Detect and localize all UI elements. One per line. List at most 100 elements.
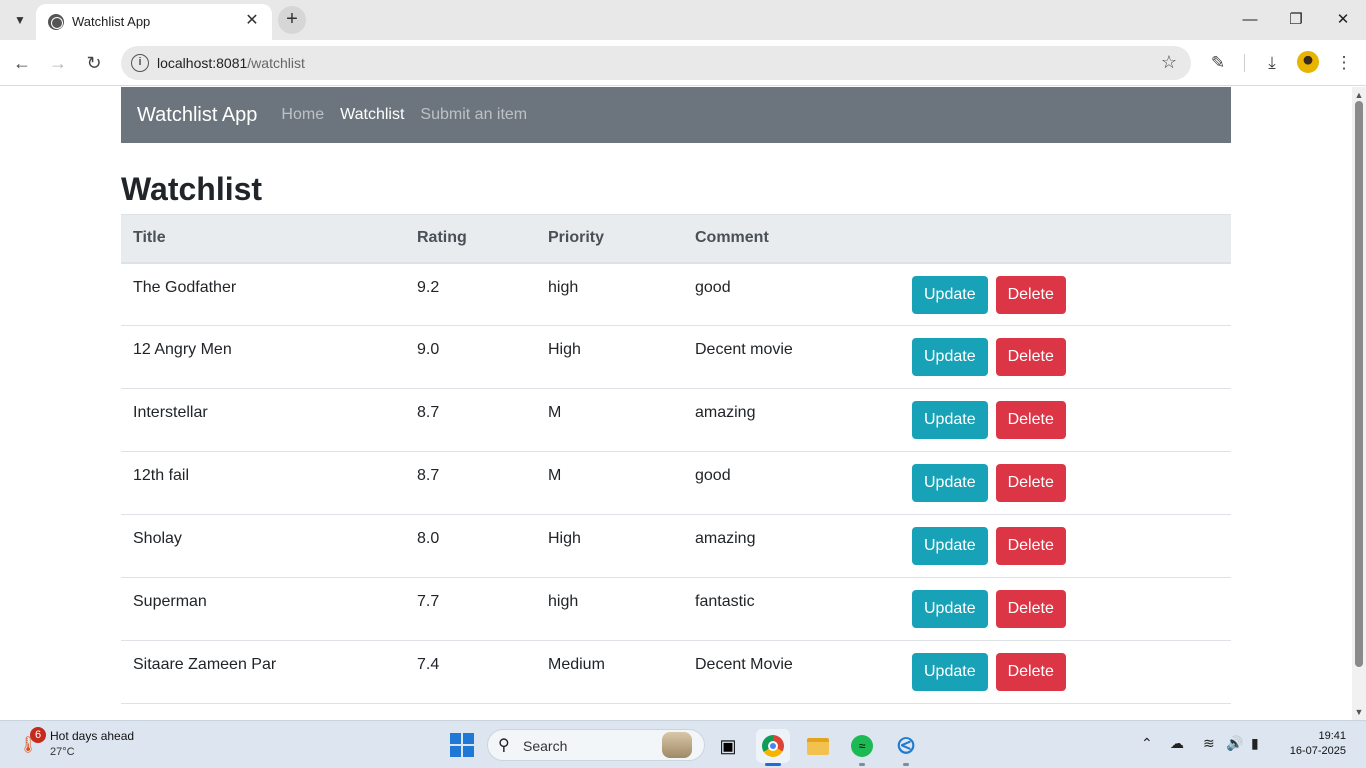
cell-priority: M (536, 388, 683, 452)
minimize-icon[interactable]: — (1238, 8, 1262, 32)
close-window-icon[interactable]: ✕ (1331, 8, 1355, 32)
app-running-indicator (859, 763, 865, 766)
cell-empty (405, 703, 536, 720)
nav-link-watchlist[interactable]: Watchlist (340, 106, 404, 124)
new-tab-plus-icon[interactable]: + (278, 6, 306, 34)
content-container: Watchlist App Home Watchlist Submit an i… (121, 87, 1231, 720)
cell-priority: high (536, 577, 683, 641)
header-priority: Priority (536, 214, 683, 264)
cell-rating: 7.4 (405, 640, 536, 704)
search-icon: ⚲ (498, 737, 510, 754)
profile-avatar[interactable] (1297, 51, 1319, 73)
battery-icon[interactable]: ▮ (1251, 735, 1259, 752)
wifi-icon[interactable]: ≋ (1203, 735, 1215, 752)
navbar-brand[interactable]: Watchlist App (137, 104, 257, 127)
update-button[interactable]: Update (912, 653, 988, 691)
cell-rating: 8.0 (405, 514, 536, 578)
globe-favicon-icon (48, 14, 64, 30)
cell-empty (536, 703, 683, 720)
onedrive-off-icon[interactable]: ☁ (1170, 735, 1184, 752)
url-text[interactable]: localhost:8081/watchlist (157, 55, 305, 71)
extensions-puzzle-icon[interactable]: ✎ (1205, 50, 1231, 76)
cell-comment: amazing (683, 514, 900, 578)
cell-empty (121, 703, 405, 720)
scroll-down-arrow-icon[interactable]: ▼ (1354, 707, 1364, 717)
cell-actions: Update Delete (900, 388, 1231, 452)
vscode-icon[interactable]: ⧀ (889, 729, 923, 766)
update-button[interactable]: Update (912, 275, 988, 314)
update-button[interactable]: Update (912, 401, 988, 439)
bookmark-star-icon[interactable]: ☆ (1161, 52, 1177, 73)
spotify-icon[interactable]: ≈ (845, 729, 879, 766)
table-row-partial (121, 703, 1231, 720)
page-title: Watchlist (121, 171, 263, 207)
header-actions (900, 214, 1231, 264)
cell-rating: 8.7 (405, 388, 536, 452)
update-button[interactable]: Update (912, 590, 988, 628)
address-bar[interactable]: i localhost:8081/watchlist ☆ (121, 46, 1191, 80)
cell-rating: 9.0 (405, 325, 536, 389)
update-button[interactable]: Update (912, 527, 988, 565)
search-highlight-image (662, 732, 692, 758)
browser-tab-bar: ▼ Watchlist App ✕ + — ❐ ✕ (0, 0, 1366, 40)
update-button[interactable]: Update (912, 338, 988, 376)
app-running-indicator (903, 763, 909, 766)
table-header-row: Title Rating Priority Comment (121, 214, 1231, 264)
cell-priority: high (536, 262, 683, 326)
cell-actions: Update Delete (900, 262, 1231, 326)
windows-start-icon[interactable] (450, 733, 474, 757)
delete-button[interactable]: Delete (995, 464, 1066, 502)
weather-title[interactable]: Hot days ahead (50, 729, 134, 743)
cell-priority: M (536, 451, 683, 515)
restore-icon[interactable]: ❐ (1284, 8, 1308, 32)
toolbar-divider (1244, 54, 1245, 72)
header-title: Title (121, 214, 405, 264)
back-arrow-icon[interactable]: ← (9, 50, 35, 76)
cell-rating: 9.2 (405, 262, 536, 326)
update-button[interactable]: Update (912, 464, 988, 502)
cell-title: Interstellar (121, 388, 405, 452)
cell-title: The Godfather (121, 262, 405, 326)
delete-button[interactable]: Delete (995, 275, 1066, 314)
nav-link-submit[interactable]: Submit an item (420, 106, 527, 124)
cell-comment: Decent Movie (683, 640, 900, 704)
tray-chevron-up-icon[interactable]: ⌃ (1141, 735, 1153, 752)
scroll-up-arrow-icon[interactable]: ▲ (1354, 90, 1364, 100)
task-view-icon[interactable]: ▣ (711, 729, 745, 763)
clock-time: 19:41 (1318, 730, 1346, 742)
cell-title: Superman (121, 577, 405, 641)
cell-actions: Update Delete (900, 451, 1231, 515)
header-comment: Comment (683, 214, 900, 264)
page-scrollbar[interactable]: ▲ ▼ (1352, 87, 1366, 720)
cell-empty (683, 703, 900, 720)
scroll-thumb[interactable] (1355, 101, 1363, 667)
cell-rating: 7.7 (405, 577, 536, 641)
page-viewport: Watchlist App Home Watchlist Submit an i… (0, 87, 1352, 720)
tab-close-icon[interactable]: ✕ (242, 11, 262, 31)
forward-arrow-icon[interactable]: → (45, 50, 71, 76)
delete-button[interactable]: Delete (995, 338, 1066, 376)
volume-icon[interactable]: 🔊 (1226, 735, 1243, 752)
nav-link-home[interactable]: Home (281, 106, 324, 124)
chrome-app-icon[interactable] (756, 729, 790, 766)
tab-search-chevron-icon[interactable]: ▼ (6, 6, 34, 34)
cell-comment: amazing (683, 388, 900, 452)
weather-badge: 6 (30, 727, 46, 743)
table-row: Interstellar 8.7 M amazing Update Delete (121, 388, 1231, 452)
system-clock[interactable]: 19:41 16-07-2025 (1290, 729, 1346, 759)
downloads-icon[interactable]: ⤓ (1259, 50, 1285, 76)
site-info-icon[interactable]: i (131, 54, 149, 72)
taskbar-search[interactable]: ⚲ Search (487, 729, 705, 761)
file-explorer-icon[interactable] (801, 729, 835, 763)
delete-button[interactable]: Delete (995, 527, 1066, 565)
table-row: The Godfather 9.2 high good Update Delete (121, 262, 1231, 326)
delete-button[interactable]: Delete (995, 401, 1066, 439)
menu-kebab-icon[interactable]: ⋮ (1331, 50, 1357, 76)
windows-taskbar: 🌡 6 Hot days ahead 27°C ⚲ Search ▣ ≈ ⧀ ⌃… (0, 720, 1366, 768)
browser-tab[interactable]: Watchlist App ✕ (36, 4, 272, 40)
reload-icon[interactable]: ↻ (81, 50, 107, 76)
cell-priority: High (536, 514, 683, 578)
delete-button[interactable]: Delete (995, 653, 1066, 691)
delete-button[interactable]: Delete (995, 590, 1066, 628)
cell-actions: Update Delete (900, 577, 1231, 641)
